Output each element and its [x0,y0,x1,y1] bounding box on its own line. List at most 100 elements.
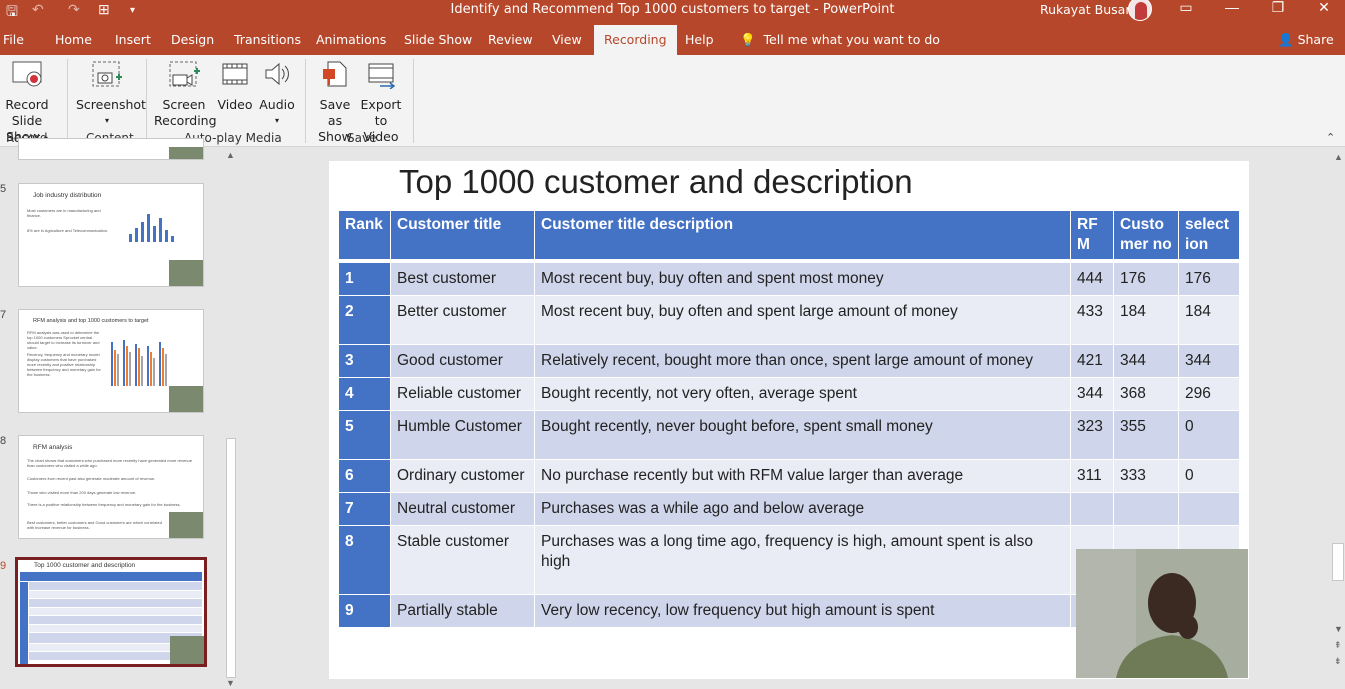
screenshot-button[interactable]: Screenshot ▾ [76,59,146,129]
divider [146,59,147,143]
header-description: Customer title description [535,211,1070,262]
scroll-up-icon[interactable]: ▲ [1334,152,1343,162]
rank-cell: 4 [339,378,390,410]
tab-review[interactable]: Review [488,32,533,47]
tell-me-label: Tell me what you want to do [763,32,940,47]
scrollbar-thumb[interactable] [1332,543,1344,581]
collapse-ribbon-icon[interactable]: ⌃ [1326,131,1335,144]
webcam-preview[interactable] [1076,549,1248,678]
thumbnail-chart [111,340,167,386]
customer-no-cell: 368 [1114,378,1178,410]
webcam-image [1076,549,1248,678]
record-slide-show-line1: Record Slide [5,97,49,128]
tab-design[interactable]: Design [171,32,214,47]
tab-recording[interactable]: Recording [594,25,677,55]
divider [67,59,68,143]
scrollbar-thumb[interactable] [226,438,236,678]
tab-file[interactable]: File [3,32,24,47]
tab-animations[interactable]: Animations [316,32,386,47]
thumbnail-bullet: RFM analysis was used to determine the t… [27,330,100,350]
rfm-cell [1071,493,1113,525]
title-cell: Ordinary customer [391,460,534,492]
audio-button[interactable]: Audio ▾ [258,59,296,129]
lightbulb-icon: 💡 [740,32,756,47]
scroll-down-icon[interactable]: ▼ [1334,624,1343,634]
thumbnail-bullet: There is a positive relationship between… [27,502,181,507]
slide-thumbnail-4[interactable] [18,138,204,160]
thumbnail-scrollbar[interactable]: ▲ ▼ [224,148,238,689]
export-to-video-line1: Export [360,97,402,112]
selection-cell: 176 [1179,263,1239,295]
description-cell: Purchases was a long time ago, frequency… [535,526,1070,594]
export-video-icon [368,63,396,90]
scroll-down-icon[interactable]: ▼ [226,678,235,688]
tab-slide-show[interactable]: Slide Show [404,32,472,47]
rank-cell: 1 [339,263,390,295]
video-button[interactable]: Video [216,59,254,113]
rfm-cell: 421 [1071,345,1113,377]
slide-thumbnail-5[interactable]: Job industry distribution Most customers… [18,183,204,287]
selection-cell: 344 [1179,345,1239,377]
rank-cell: 2 [339,296,390,344]
video-label: Video [217,97,253,112]
customer-no-cell [1114,493,1178,525]
slide-thumbnail-7[interactable]: RFM analysis and top 1000 customers to t… [18,309,204,413]
webcam-thumbnail [169,512,203,538]
maximize-icon[interactable]: ❐ [1255,0,1301,22]
selection-cell: 0 [1179,411,1239,459]
table-row: 2 Better customer Most recent buy, buy o… [339,296,1239,344]
title-cell: Better customer [391,296,534,344]
slide-number: 8 [0,435,7,447]
screenshot-label: Screenshot [76,97,146,112]
slide-thumbnail-8[interactable]: RFM analysis The chart shows that custom… [18,435,204,539]
next-slide-icon[interactable]: ⇟ [1334,656,1342,667]
scroll-up-icon[interactable]: ▲ [226,150,235,160]
rank-cell: 9 [339,595,390,627]
description-cell: Bought recently, not very often, average… [535,378,1070,410]
webcam-thumbnail [169,147,203,159]
divider [413,59,414,143]
slide-title[interactable]: Top 1000 customer and description [399,163,913,201]
avatar[interactable] [1128,0,1152,21]
group-label-save: Save [347,131,377,145]
share-button[interactable]: 👤 Share [1278,32,1334,48]
ribbon-display-options-icon[interactable]: ▭ [1163,0,1209,22]
rfm-cell: 311 [1071,460,1113,492]
tab-transitions[interactable]: Transitions [234,32,301,47]
tab-home[interactable]: Home [55,32,92,47]
tab-insert[interactable]: Insert [115,32,151,47]
user-name[interactable]: Rukayat Busari [1040,2,1134,17]
tab-help[interactable]: Help [685,32,714,47]
description-cell: Most recent buy, buy often and spent mos… [535,263,1070,295]
slide-thumbnail-9-selected[interactable]: Top 1000 customer and description [15,557,207,667]
speaker-icon [265,62,289,86]
thumbnail-title: Job industry distribution [33,192,102,199]
close-icon[interactable]: ✕ [1301,0,1345,22]
thumbnail-bullet: Best customers, better customers and Goo… [27,520,162,530]
customer-no-cell: 184 [1114,296,1178,344]
table-row: 7 Neutral customer Purchases was a while… [339,493,1239,525]
description-cell: Bought recently, never bought before, sp… [535,411,1070,459]
thumbnail-title: RFM analysis and top 1000 customers to t… [33,318,149,324]
tab-view[interactable]: View [552,32,582,47]
table-row: 1 Best customer Most recent buy, buy oft… [339,263,1239,295]
description-cell: Very low recency, low frequency but high… [535,595,1070,627]
rfm-cell: 444 [1071,263,1113,295]
chevron-down-icon: ▾ [274,116,279,125]
thumbnail-bullet: Recency, frequency and monetary model di… [27,352,101,377]
slide-scrollbar[interactable]: ▲ ▼ ⇞ ⇟ [1331,148,1345,689]
save-as-show-line1: Save as [319,97,351,128]
screen-recording-button[interactable]: Screen Recording [154,59,217,129]
record-icon [12,61,42,87]
thumbnail-bullet: The chart shows that customers who purch… [27,458,192,468]
table-header-row: Rank Customer title Customer title descr… [339,211,1239,262]
minimize-icon[interactable]: — [1209,0,1255,22]
screen-recording-line1: Screen [162,97,206,112]
table-row: 4 Reliable customer Bought recently, not… [339,378,1239,410]
description-cell: Relatively recent, bought more than once… [535,345,1070,377]
previous-slide-icon[interactable]: ⇞ [1334,640,1342,651]
tell-me-search[interactable]: 💡 Tell me what you want to do [740,32,940,48]
ribbon-tabs: File Home Insert Design Transitions Anim… [0,22,1345,55]
divider [305,59,306,143]
camera-icon [92,61,122,87]
